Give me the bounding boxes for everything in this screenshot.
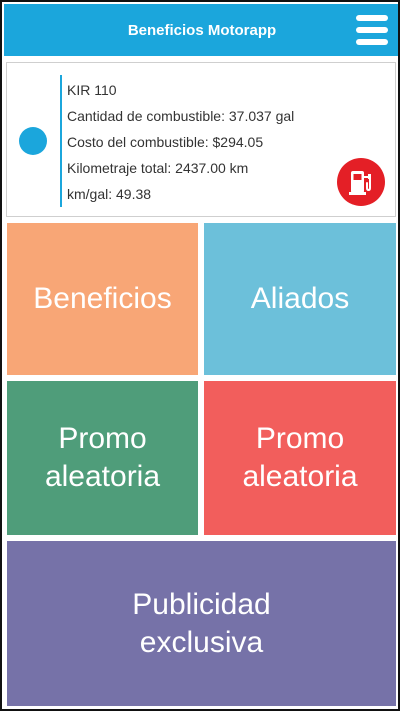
vehicle-info-lines: KIR 110 Cantidad de combustible: 37.037 … [67,77,294,207]
menu-bar [356,39,388,45]
card-divider [60,75,62,207]
hamburger-menu-icon[interactable] [356,15,388,45]
app-screen: Beneficios Motorapp KIR 110 Cantidad de … [0,0,400,711]
tile-label: Publicidad exclusiva [132,587,271,659]
app-header: Beneficios Motorapp [4,4,398,56]
menu-bar [356,15,388,21]
tile-label: Promo aleatoria [242,422,358,493]
fuel-cost: Costo del combustible: $294.05 [67,134,264,150]
total-km: Kilometraje total: 2437.00 km [67,160,249,176]
tile-label: Promo aleatoria [44,422,161,493]
tile-publicidad-exclusiva[interactable]: Publicidad exclusiva [7,541,396,706]
tile-aliados[interactable]: Aliados [204,223,396,375]
vehicle-info-card: KIR 110 Cantidad de combustible: 37.037 … [6,62,396,217]
vehicle-plate: KIR 110 [67,82,117,98]
tile-label: Beneficios [33,282,172,315]
app-title: Beneficios Motorapp [127,21,277,39]
tile-promo-aleatoria-2[interactable]: Promo aleatoria [204,381,396,535]
tile-promo-aleatoria-1[interactable]: Promo aleatoria [7,381,198,535]
menu-bar [356,27,388,33]
fuel-pump-icon [349,171,371,195]
fuel-button[interactable] [337,158,385,206]
tile-beneficios[interactable]: Beneficios [7,223,198,375]
km-per-gal: km/gal: 49.38 [67,186,152,202]
vehicle-status-dot [19,127,47,155]
tile-label: Aliados [250,282,350,315]
fuel-amount: Cantidad de combustible: 37.037 gal [67,108,295,124]
